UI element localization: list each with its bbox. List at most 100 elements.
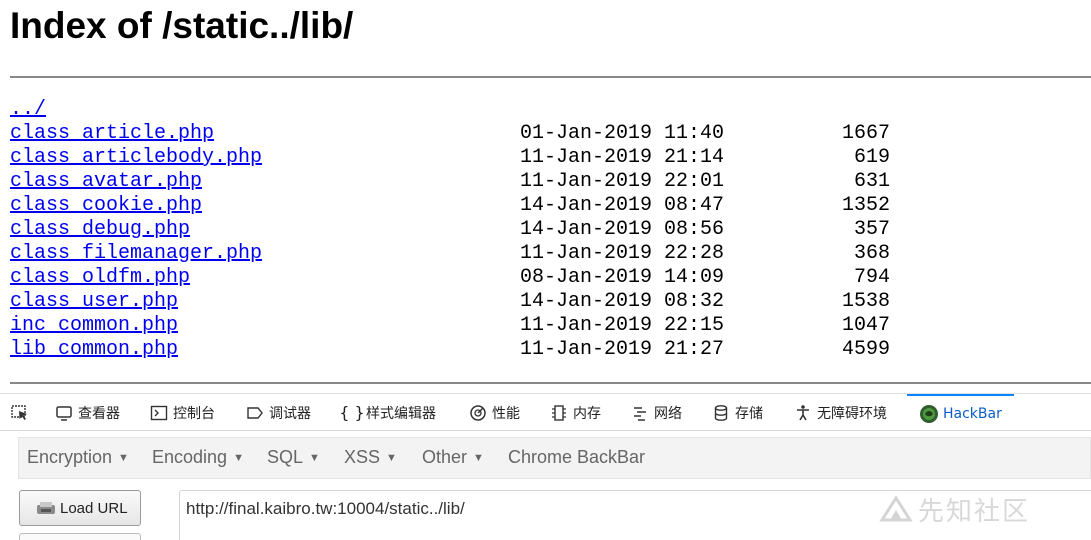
tab-label: HackBar xyxy=(943,405,1002,422)
network-icon xyxy=(630,403,650,423)
watermark-logo-icon xyxy=(878,494,914,524)
menu-label: XSS xyxy=(344,447,381,467)
file-date: 11-Jan-2019 22:15 xyxy=(520,314,725,337)
file-size: 1538 xyxy=(841,290,890,313)
tab-memory[interactable]: 内存 xyxy=(549,394,601,431)
file-row: class_oldfm.php 08-Jan-2019 14:09 794 xyxy=(10,266,910,290)
tab-label: 内存 xyxy=(573,405,601,422)
debugger-icon xyxy=(245,403,265,423)
load-url-label: Load URL xyxy=(60,499,128,517)
file-row: inc_common.php 11-Jan-2019 22:15 1047 xyxy=(10,314,910,338)
split-url-button[interactable] xyxy=(19,533,141,540)
tab-debugger[interactable]: 调试器 xyxy=(245,394,311,431)
parent-dir-link[interactable]: ../ xyxy=(10,98,46,122)
chrome-backbar-menu[interactable]: Chrome BackBar xyxy=(508,447,645,468)
file-date: 11-Jan-2019 22:28 xyxy=(520,242,725,265)
style-editor-icon: { } xyxy=(339,403,365,422)
file-date: 11-Jan-2019 22:01 xyxy=(520,170,725,193)
tab-label: 控制台 xyxy=(173,405,215,422)
file-row: class_articlebody.php 11-Jan-2019 21:14 … xyxy=(10,146,910,170)
page-title: Index of /static../lib/ xyxy=(10,5,354,46)
parent-dir-row: ../ xyxy=(10,98,910,122)
file-link[interactable]: class_oldfm.php xyxy=(10,266,190,290)
menu-label: Encoding xyxy=(152,447,228,467)
watermark-text: 先知社区 xyxy=(918,496,1031,527)
menu-label: Other xyxy=(422,447,468,467)
file-link[interactable]: class_filemanager.php xyxy=(10,242,262,266)
tab-performance[interactable]: 性能 xyxy=(468,394,520,431)
tab-label: 网络 xyxy=(654,405,682,422)
performance-icon xyxy=(468,403,488,423)
console-icon xyxy=(149,403,169,423)
file-row: class_cookie.php 14-Jan-2019 08:47 1352 xyxy=(10,194,910,218)
tab-label: 调试器 xyxy=(269,405,311,422)
file-listing: ../ class_article.php 01-Jan-2019 11:40 … xyxy=(10,98,910,362)
file-size: 1047 xyxy=(841,314,890,337)
file-size: 619 xyxy=(853,146,890,169)
file-size: 4599 xyxy=(841,338,890,361)
other-menu[interactable]: Other ▼ xyxy=(422,447,484,468)
xss-menu[interactable]: XSS ▼ xyxy=(344,447,397,468)
dropdown-caret-icon: ▼ xyxy=(233,452,244,464)
storage-icon xyxy=(711,403,731,423)
file-size: 1667 xyxy=(841,122,890,145)
dropdown-caret-icon: ▼ xyxy=(386,452,397,464)
file-date: 14-Jan-2019 08:32 xyxy=(520,290,725,313)
file-row: class_avatar.php 11-Jan-2019 22:01 631 xyxy=(10,170,910,194)
top-divider xyxy=(10,76,1091,78)
tab-inspector[interactable]: 查看器 xyxy=(54,394,120,431)
element-picker-icon[interactable] xyxy=(10,403,30,423)
file-link[interactable]: class_user.php xyxy=(10,290,178,314)
dropdown-caret-icon: ▼ xyxy=(473,452,484,464)
file-size: 368 xyxy=(853,242,890,265)
menu-label: Encryption xyxy=(27,447,113,467)
watermark: 先知社区 xyxy=(878,492,1031,527)
file-date: 14-Jan-2019 08:56 xyxy=(520,218,725,241)
menu-label: Chrome BackBar xyxy=(508,447,646,467)
file-link[interactable]: class_cookie.php xyxy=(10,194,202,218)
encryption-menu[interactable]: Encryption ▼ xyxy=(27,447,129,468)
tab-network[interactable]: 网络 xyxy=(630,394,682,431)
encoding-menu[interactable]: Encoding ▼ xyxy=(152,447,244,468)
dropdown-caret-icon: ▼ xyxy=(309,452,320,464)
file-date: 11-Jan-2019 21:14 xyxy=(520,146,725,169)
file-size: 1352 xyxy=(841,194,890,217)
file-link[interactable]: class_article.php xyxy=(10,122,214,146)
tab-console[interactable]: 控制台 xyxy=(149,394,215,431)
dropdown-caret-icon: ▼ xyxy=(118,452,129,464)
tab-storage[interactable]: 存储 xyxy=(711,394,763,431)
devtools-tab-bar: 查看器 控制台 调试器 { } 样式编辑器 性能 内存 网络 存储 无障碍环境 … xyxy=(0,393,1091,431)
file-link[interactable]: inc_common.php xyxy=(10,314,178,338)
file-row: class_user.php 14-Jan-2019 08:32 1538 xyxy=(10,290,910,314)
tab-label: 性能 xyxy=(492,405,520,422)
file-link[interactable]: lib_common.php xyxy=(10,338,178,362)
tab-hackbar[interactable]: HackBar xyxy=(907,394,1014,431)
file-row: class_article.php 01-Jan-2019 11:40 1667 xyxy=(10,122,910,146)
hackbar-icon xyxy=(919,404,939,424)
file-link[interactable]: class_articlebody.php xyxy=(10,146,262,170)
load-url-button[interactable]: Load URL xyxy=(19,490,141,526)
file-size: 357 xyxy=(853,218,890,241)
file-date: 01-Jan-2019 11:40 xyxy=(520,122,725,145)
tab-style-editor[interactable]: { } 样式编辑器 xyxy=(339,394,436,431)
load-url-icon xyxy=(36,500,56,516)
file-size: 794 xyxy=(853,266,890,289)
sql-menu[interactable]: SQL ▼ xyxy=(267,447,320,468)
tab-accessibility[interactable]: 无障碍环境 xyxy=(793,394,887,431)
file-link[interactable]: class_avatar.php xyxy=(10,170,202,194)
tab-label: 存储 xyxy=(735,405,763,422)
tab-label: 查看器 xyxy=(78,405,120,422)
file-row: class_debug.php 14-Jan-2019 08:56 357 xyxy=(10,218,910,242)
tab-label: 样式编辑器 xyxy=(366,405,436,422)
memory-icon xyxy=(549,403,569,423)
file-date: 11-Jan-2019 21:27 xyxy=(520,338,725,361)
file-link[interactable]: class_debug.php xyxy=(10,218,190,242)
bottom-divider xyxy=(10,382,1091,384)
accessibility-icon xyxy=(793,403,813,423)
inspector-icon xyxy=(54,403,74,423)
hackbar-toolbar: Encryption ▼ Encoding ▼ SQL ▼ XSS ▼ Other ▼ C… xyxy=(18,437,1091,479)
file-row: lib_common.php 11-Jan-2019 21:27 4599 xyxy=(10,338,910,362)
file-date: 08-Jan-2019 14:09 xyxy=(520,266,725,289)
tab-label: 无障碍环境 xyxy=(817,405,887,422)
file-size: 631 xyxy=(853,170,890,193)
